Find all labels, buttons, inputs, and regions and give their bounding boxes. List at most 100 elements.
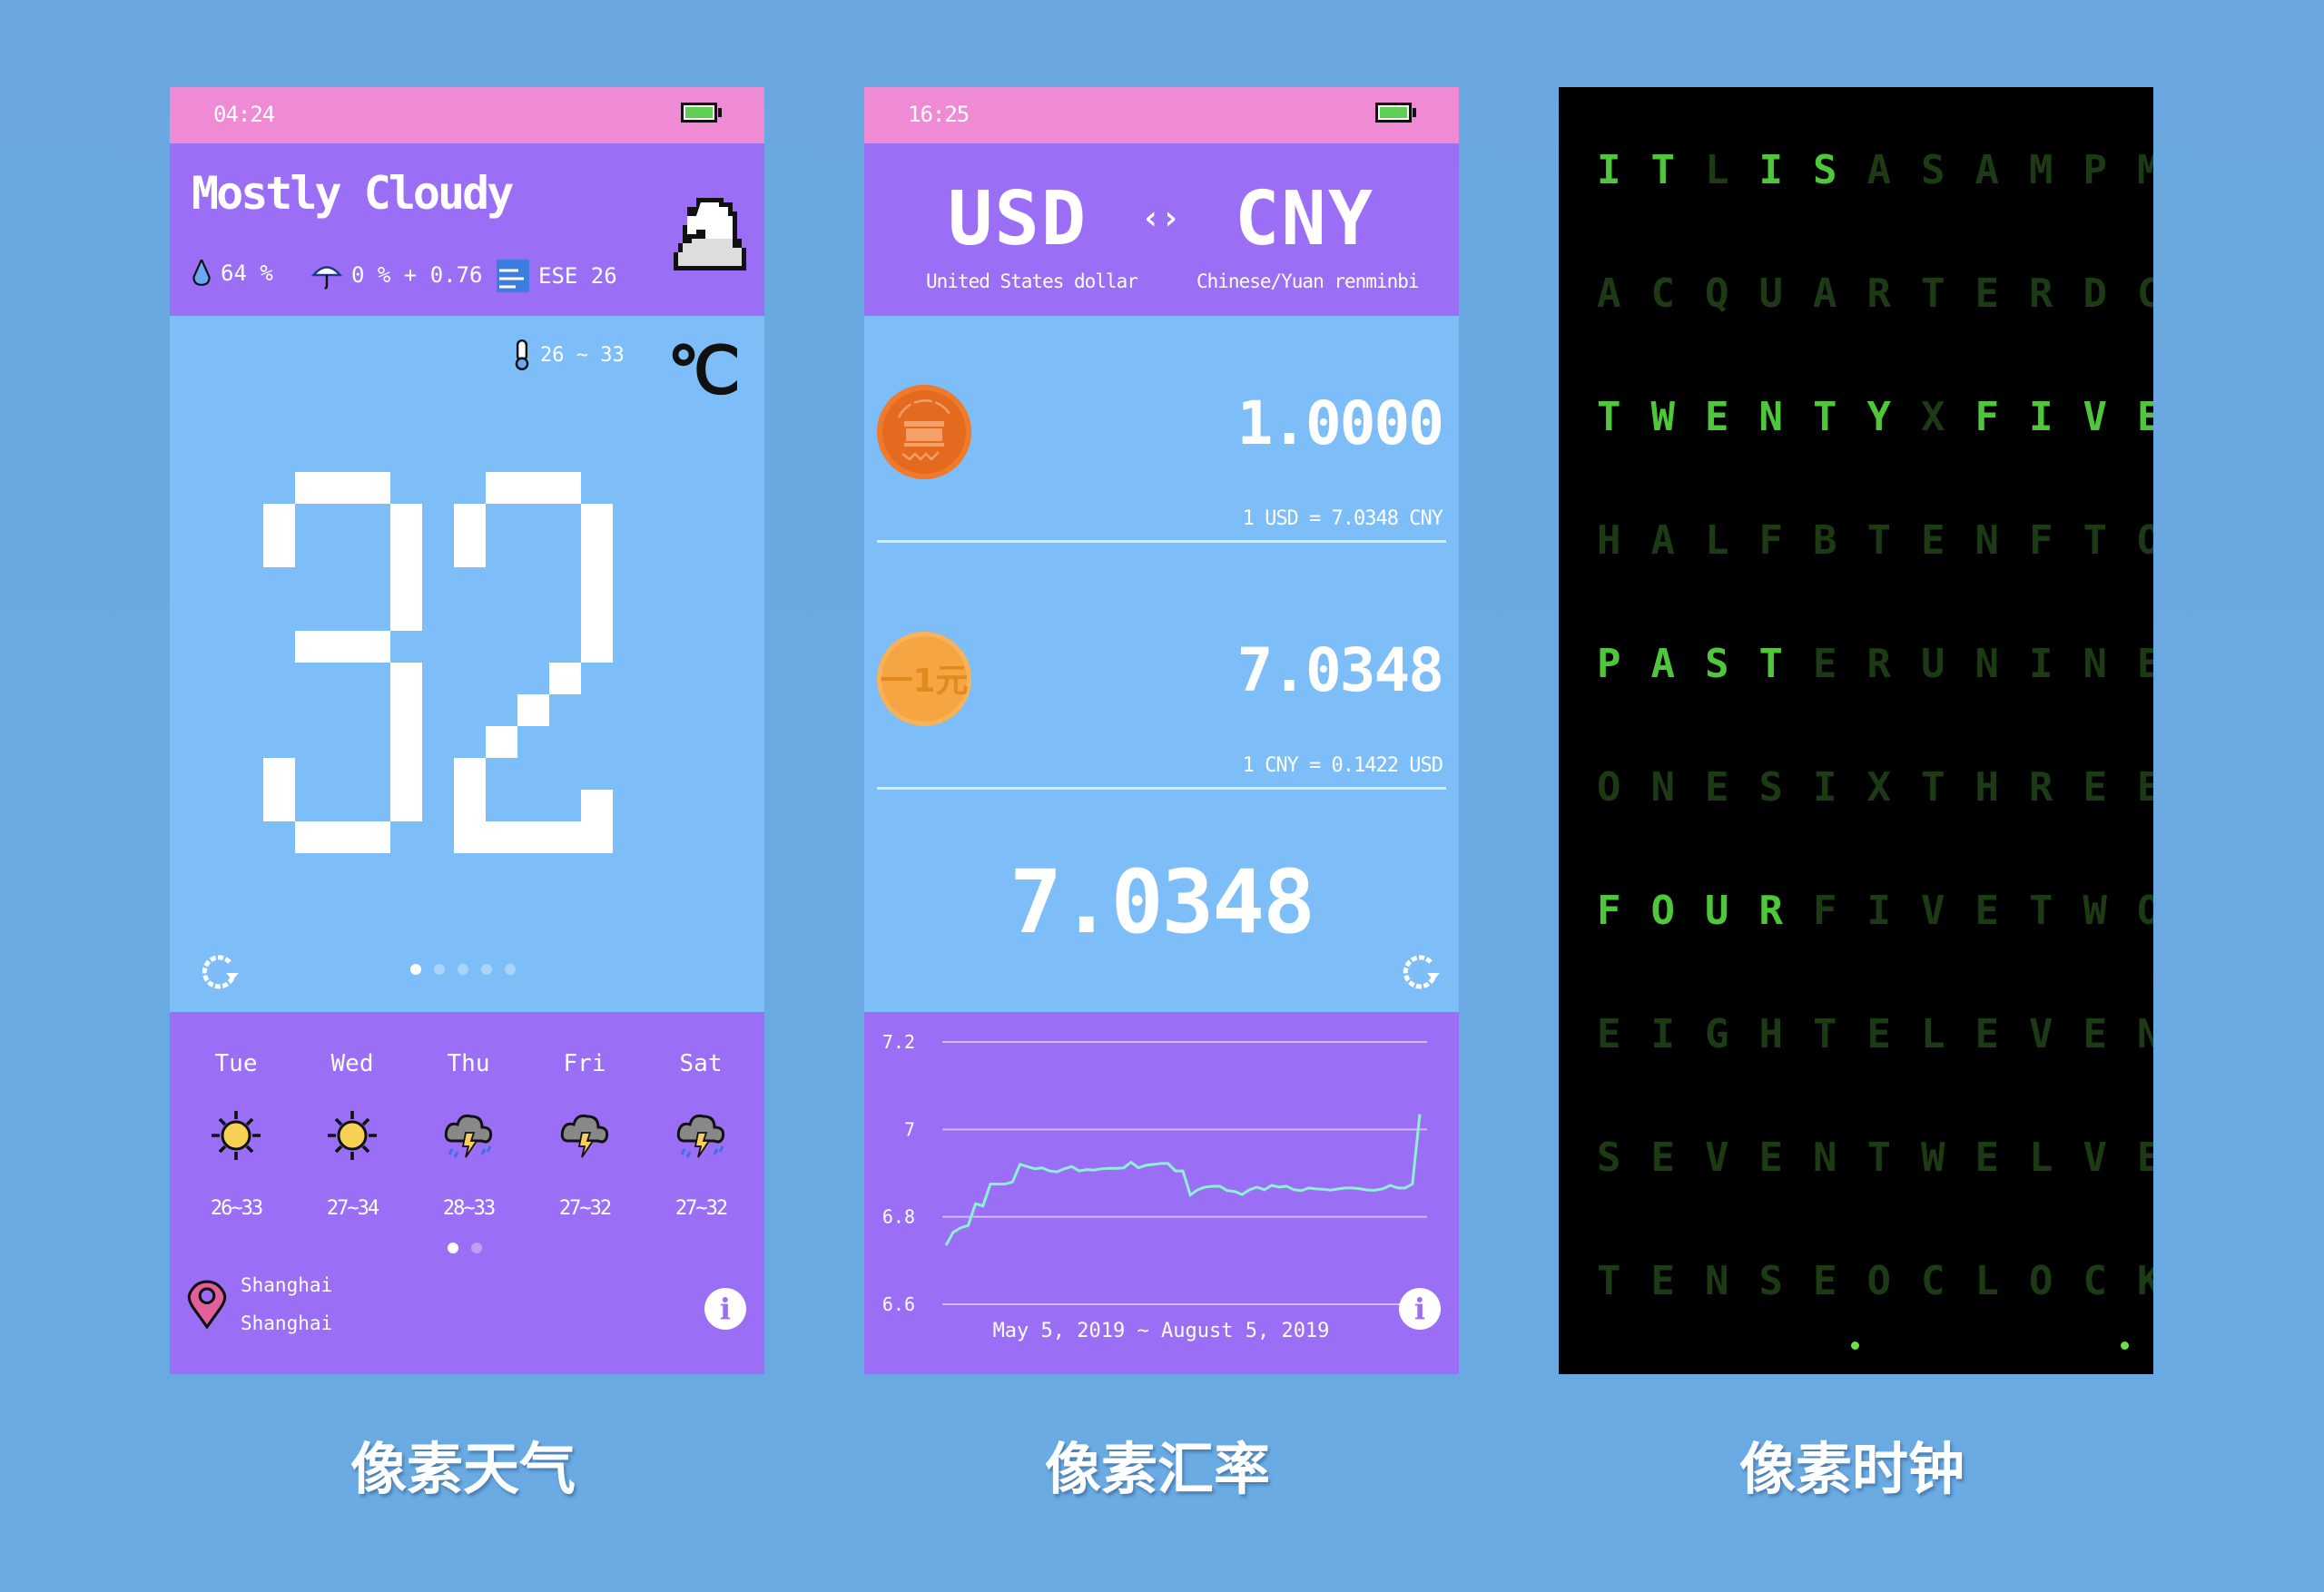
clock-letter: U <box>1921 641 1945 687</box>
page-indicator[interactable] <box>410 964 516 975</box>
status-time: 16:25 <box>908 102 970 127</box>
from-amount-input[interactable]: 1.0000 <box>1237 388 1444 458</box>
minute-dot <box>1851 1341 1859 1350</box>
clock-letter: E <box>1921 517 1945 564</box>
page-dot[interactable] <box>471 1243 482 1253</box>
forecast-day: Tue 26~33 <box>182 1050 290 1220</box>
clock-letter: O <box>1650 888 1676 934</box>
refresh-icon[interactable] <box>1402 951 1442 991</box>
wind-value: ESE 26 <box>538 263 617 289</box>
clock-letter: V <box>2029 1011 2053 1057</box>
to-currency-code[interactable]: CNY <box>1235 176 1374 262</box>
page-dot[interactable] <box>505 964 516 975</box>
temperature-pixel <box>486 821 517 853</box>
page-dot[interactable] <box>458 964 468 975</box>
currency-main: 1.0000 1 USD = 7.0348 CNY 一1元 7.0348 1 C… <box>864 316 1459 1012</box>
divider <box>877 787 1446 790</box>
temperature-pixel <box>263 504 295 536</box>
page-dot[interactable] <box>434 964 445 975</box>
clock-letter: L <box>1705 517 1729 564</box>
temperature-pixel <box>327 472 359 504</box>
temperature-pixel <box>581 567 613 599</box>
clock-letter: E <box>2137 1135 2153 1181</box>
to-rate: 1 CNY = 0.1422 USD <box>1242 754 1443 777</box>
celsius-unit-toggle[interactable]: ℃ <box>667 338 741 403</box>
swap-button[interactable]: ‹› <box>1141 200 1180 237</box>
location[interactable]: Shanghai Shanghai <box>186 1266 332 1342</box>
clock-letter: T <box>2083 517 2108 564</box>
clock-letter: U <box>1758 270 1784 317</box>
temperature-pixel <box>517 821 549 853</box>
clock-letter: E <box>1974 1011 2000 1057</box>
clock-letter: O <box>1597 764 1621 811</box>
clock-letter: C <box>2083 1258 2108 1304</box>
forecast-day-name: Tue <box>214 1050 258 1077</box>
temperature-pixel <box>263 790 295 821</box>
info-button[interactable]: i <box>704 1288 746 1330</box>
precipitation-stat: 0 % + 0.76 <box>311 260 483 290</box>
weather-condition: Mostly Cloudy <box>192 167 514 220</box>
clock-row: HALFBTENFTO <box>1597 517 2153 641</box>
temperature-pixel <box>454 758 486 790</box>
clock-letter: D <box>2083 270 2108 317</box>
forecast-page-indicator[interactable] <box>448 1243 482 1253</box>
clock-letter: H <box>1974 764 2000 811</box>
sun-icon <box>209 1108 263 1163</box>
clock-letter: N <box>1705 1258 1729 1304</box>
forecast-day: Sat 27~32 <box>646 1050 755 1220</box>
status-bar: 16:25 <box>864 87 1459 143</box>
temperature-pixel <box>390 694 422 726</box>
clock-letter: S <box>1813 147 1837 193</box>
location-pin-icon <box>187 1280 227 1330</box>
clock-letter: H <box>1758 1011 1784 1057</box>
clock-letter: U <box>1705 888 1729 934</box>
clock-letter: I <box>1813 764 1837 811</box>
clock-letter: H <box>1597 517 1621 564</box>
clock-letter: M <box>2029 147 2053 193</box>
clock-letter: N <box>1974 517 2000 564</box>
clock-letter: I <box>2029 394 2053 440</box>
temperature-pixel <box>581 504 613 536</box>
clock-letter: V <box>1921 888 1945 934</box>
clock-letter: S <box>1758 764 1784 811</box>
clock-letter: E <box>2137 641 2153 687</box>
refresh-icon[interactable] <box>201 951 241 991</box>
status-time: 04:24 <box>213 102 275 127</box>
thermometer-icon <box>515 339 529 370</box>
temperature-pixel <box>549 663 581 694</box>
clock-letter: E <box>1650 1258 1676 1304</box>
clock-row: EIGHTELEVEN <box>1597 1011 2153 1135</box>
currency-header: USD ‹› CNY United States dollar Chinese/… <box>864 143 1459 316</box>
usd-coin-icon <box>877 385 971 479</box>
temperature-pixel <box>295 472 327 504</box>
clock-letter: T <box>1813 394 1837 440</box>
page-dot[interactable] <box>410 964 421 975</box>
clock-letter: E <box>1866 1011 1892 1057</box>
currency-app-screen: 16:25 USD ‹› CNY United States dollar Ch… <box>864 87 1459 1374</box>
clock-letter: E <box>1758 1135 1784 1181</box>
temperature-pixel <box>390 758 422 790</box>
from-currency-code[interactable]: USD <box>948 176 1088 262</box>
clock-letter: O <box>2137 517 2153 564</box>
info-button[interactable]: i <box>1399 1288 1441 1330</box>
temperature-pixel <box>390 567 422 599</box>
clock-letter: I <box>1650 1011 1676 1057</box>
clock-letter: F <box>1813 888 1837 934</box>
clock-letter: E <box>1813 1258 1837 1304</box>
clock-letter: T <box>1921 764 1945 811</box>
clock-letter: T <box>1758 641 1784 687</box>
from-currency-name: United States dollar <box>926 270 1138 292</box>
clock-letter: A <box>1650 517 1676 564</box>
clock-letter: E <box>2137 764 2153 811</box>
clock-letter: N <box>1974 641 2000 687</box>
page-dot[interactable] <box>448 1243 458 1253</box>
clock-letter: L <box>1705 147 1729 193</box>
clock-letter: F <box>1758 517 1784 564</box>
thunderstorm-icon <box>557 1108 612 1163</box>
temperature-pixel <box>390 599 422 631</box>
page-dot[interactable] <box>481 964 492 975</box>
temperature-pixel <box>549 821 581 853</box>
temperature-pixel <box>581 599 613 631</box>
clock-letter: L <box>1974 1258 2000 1304</box>
clock-letter: A <box>1650 641 1676 687</box>
